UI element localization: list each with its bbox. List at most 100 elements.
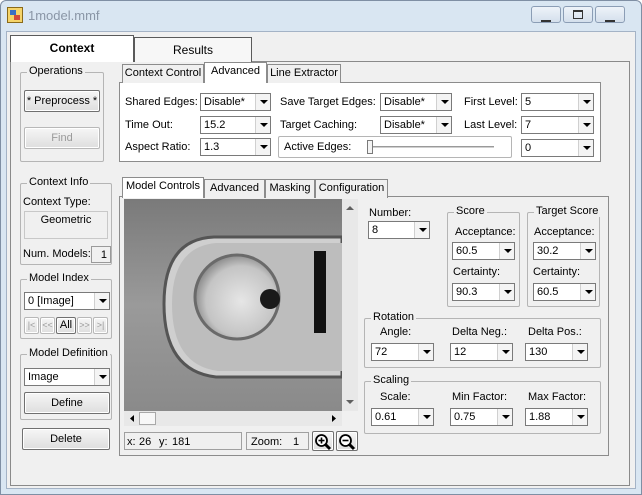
minimize-icon	[532, 14, 560, 26]
target-caching-select[interactable]: Disable*	[380, 116, 452, 134]
angle-select[interactable]: 72	[371, 343, 434, 361]
delta-neg-select[interactable]: 12	[450, 343, 513, 361]
score-acceptance-select[interactable]: 60.5	[452, 242, 515, 260]
chevron-down-icon	[578, 140, 593, 156]
tab-model-controls[interactable]: Model Controls	[122, 177, 204, 198]
model-definition-title: Model Definition	[27, 347, 110, 359]
scaling-title: Scaling	[371, 374, 412, 386]
scale-select[interactable]: 0.61	[371, 408, 434, 426]
target-score-title: Target Score	[534, 205, 601, 217]
save-target-edges-label: Save Target Edges:	[280, 96, 376, 108]
time-out-value: 15.2	[204, 119, 226, 131]
zoom-readout: Zoom: 1	[246, 432, 309, 450]
image-viewer[interactable]	[124, 199, 342, 411]
delta-neg-value: 12	[454, 346, 467, 358]
time-out-select[interactable]: 15.2	[200, 116, 271, 134]
angle-value: 72	[375, 346, 388, 358]
vertical-scrollbar[interactable]	[342, 199, 358, 411]
all-models-button[interactable]: All	[56, 317, 76, 334]
maximize-button[interactable]	[563, 6, 593, 23]
close-button[interactable]	[595, 6, 625, 23]
chevron-down-icon	[94, 369, 109, 385]
active-edges-label: Active Edges:	[284, 141, 352, 153]
chevron-down-icon	[499, 284, 514, 300]
max-factor-value: 1.88	[529, 411, 551, 423]
save-target-edges-value: Disable*	[384, 96, 425, 108]
model-index-select[interactable]: 0 [Image]	[24, 292, 110, 310]
scroll-up-arrow-icon[interactable]	[343, 201, 357, 215]
target-acceptance-select[interactable]: 30.2	[533, 242, 596, 260]
horizontal-scrollbar[interactable]	[124, 411, 342, 426]
tab-context-control[interactable]: Context Control	[122, 64, 204, 83]
num-models-value: 1	[91, 246, 111, 263]
y-value: 181	[172, 436, 191, 448]
scale-value: 0.61	[375, 411, 397, 423]
score-certainty-select[interactable]: 90.3	[452, 283, 515, 301]
active-edges-slider-thumb[interactable]	[367, 140, 373, 154]
tab-advanced[interactable]: Advanced	[204, 62, 267, 83]
prev-model-button[interactable]: <<	[40, 317, 55, 334]
define-button[interactable]: Define	[24, 392, 110, 414]
shared-edges-select[interactable]: Disable*	[200, 93, 271, 111]
next-model-button[interactable]: >>	[77, 317, 92, 334]
chevron-down-icon	[580, 284, 595, 300]
first-level-select[interactable]: 5	[521, 93, 594, 111]
max-factor-select[interactable]: 1.88	[525, 408, 588, 426]
tab-line-extractor[interactable]: Line Extractor	[267, 64, 341, 83]
number-select[interactable]: 8	[368, 221, 430, 239]
target-acceptance-value: 30.2	[537, 245, 559, 257]
number-label: Number:	[369, 207, 412, 219]
model-definition-value: Image	[28, 371, 59, 383]
last-level-value: 7	[525, 119, 532, 131]
tab-results[interactable]: Results	[134, 37, 252, 62]
shared-edges-value: Disable*	[204, 96, 245, 108]
model-index-value: 0 [Image]	[28, 295, 74, 307]
scroll-down-arrow-icon[interactable]	[343, 395, 357, 409]
coordinates-readout: x: 26 y: 181	[124, 432, 242, 450]
target-caching-label: Target Caching:	[280, 119, 358, 131]
close-icon	[596, 14, 624, 26]
minimize-button[interactable]	[531, 6, 561, 23]
scroll-right-arrow-icon[interactable]	[327, 411, 341, 426]
chevron-down-icon	[94, 293, 109, 309]
first-model-button[interactable]: |<	[24, 317, 39, 334]
chevron-down-icon	[580, 243, 595, 259]
context-type-label: Context Type:	[23, 196, 91, 208]
horizontal-scroll-thumb[interactable]	[139, 412, 156, 425]
active-edges-select[interactable]: 0	[521, 139, 594, 157]
shared-edges-label: Shared Edges:	[125, 96, 198, 108]
min-factor-label: Min Factor:	[452, 391, 508, 403]
last-level-select[interactable]: 7	[521, 116, 594, 134]
last-model-button[interactable]: >|	[93, 317, 108, 334]
zoom-in-icon	[315, 434, 332, 451]
context-info-title: Context Info	[27, 176, 91, 188]
scroll-left-arrow-icon[interactable]	[125, 411, 139, 426]
tab-model-advanced[interactable]: Advanced	[204, 179, 265, 198]
max-factor-label: Max Factor:	[528, 391, 587, 403]
x-label: x:	[127, 436, 136, 448]
chevron-down-icon	[436, 94, 451, 110]
chevron-down-icon	[255, 94, 270, 110]
save-target-edges-select[interactable]: Disable*	[380, 93, 452, 111]
delete-button[interactable]: Delete	[22, 428, 110, 450]
zoom-in-button[interactable]	[312, 431, 334, 451]
time-out-label: Time Out:	[125, 119, 173, 131]
tab-masking[interactable]: Masking	[265, 179, 315, 198]
first-level-label: First Level:	[464, 96, 518, 108]
score-acceptance-value: 60.5	[456, 245, 478, 257]
tab-context[interactable]: Context	[10, 35, 134, 62]
model-definition-select[interactable]: Image	[24, 368, 110, 386]
preprocess-button[interactable]: * Preprocess *	[24, 90, 100, 112]
title-bar[interactable]: 1model.mmf	[0, 0, 640, 30]
zoom-out-button[interactable]	[336, 431, 358, 451]
min-factor-select[interactable]: 0.75	[450, 408, 513, 426]
delta-pos-select[interactable]: 130	[525, 343, 588, 361]
chevron-down-icon	[497, 344, 512, 360]
find-button[interactable]: Find	[24, 127, 100, 149]
tab-configuration[interactable]: Configuration	[315, 179, 388, 198]
target-certainty-select[interactable]: 60.5	[533, 283, 596, 301]
aspect-ratio-select[interactable]: 1.3	[200, 138, 271, 156]
chevron-down-icon	[497, 409, 512, 425]
scale-label: Scale:	[380, 391, 411, 403]
delta-pos-value: 130	[529, 346, 548, 358]
